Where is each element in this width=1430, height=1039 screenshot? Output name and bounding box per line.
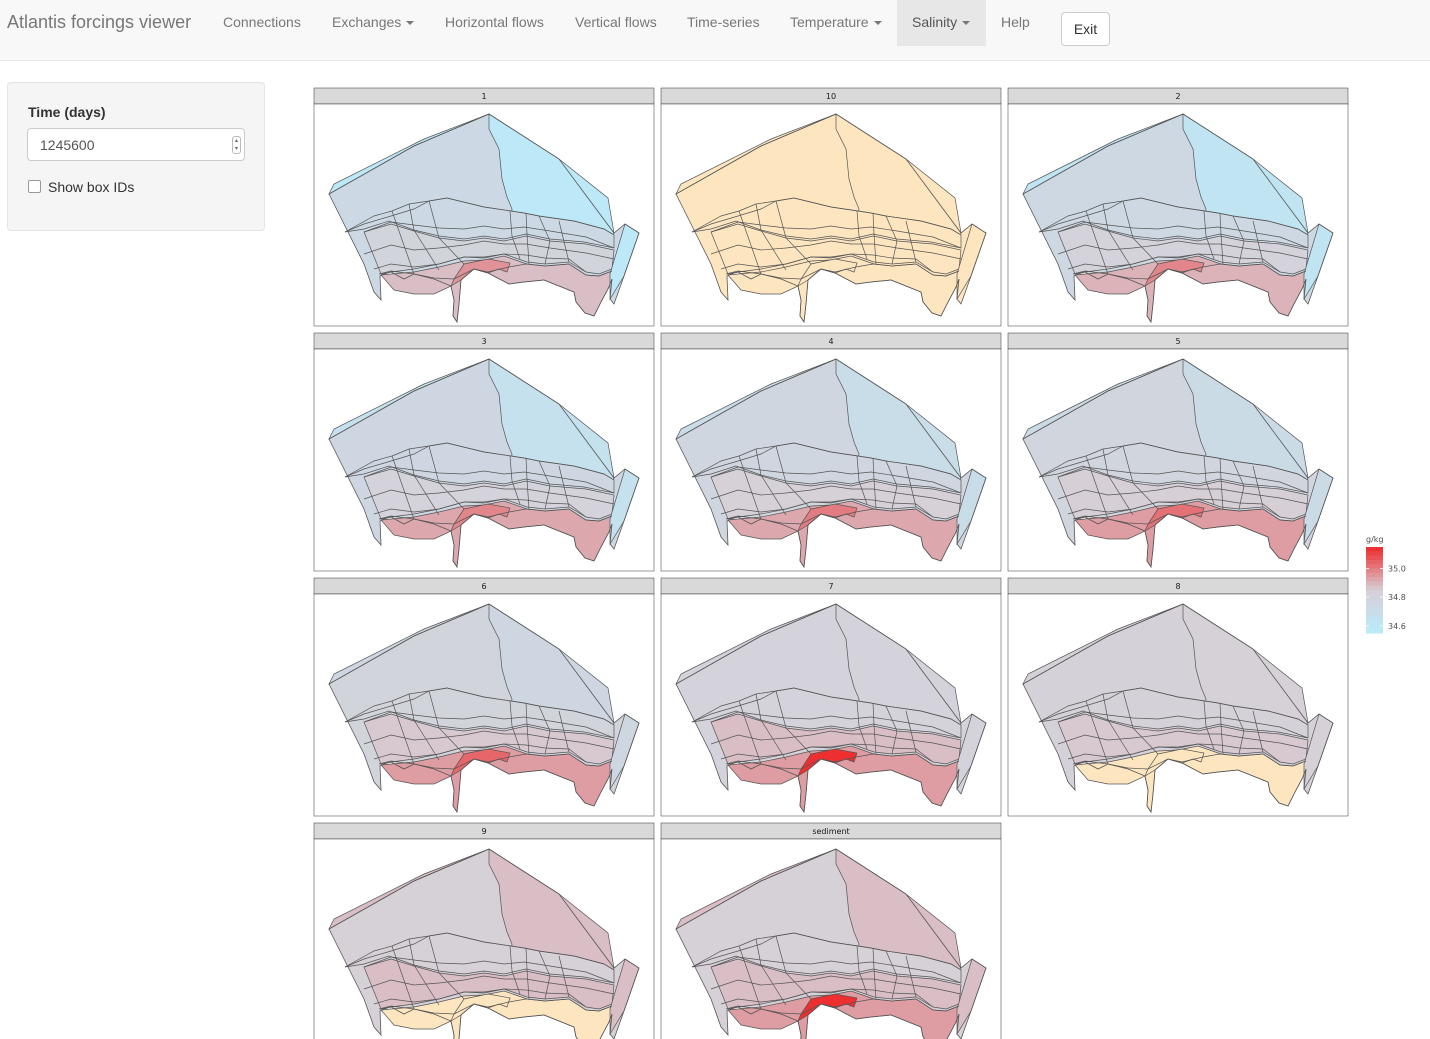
facet-label: sediment — [812, 827, 849, 836]
facet-panel: 5 — [1007, 332, 1349, 572]
nav-label: Horizontal flows — [445, 14, 544, 30]
nav-salinity[interactable]: Salinity — [897, 0, 986, 46]
facet-label: 9 — [481, 827, 486, 836]
legend-colorbar-segment — [1366, 594, 1383, 600]
nav-temperature[interactable]: Temperature — [775, 0, 897, 46]
legend-colorbar-segment — [1366, 615, 1383, 621]
legend-colorbar-segment — [1366, 581, 1383, 587]
facet-panel: 8 — [1007, 577, 1349, 817]
legend-colorbar-segment — [1366, 568, 1383, 574]
facet-label: 10 — [826, 92, 836, 101]
legend-colorbar-segment — [1366, 572, 1383, 578]
sidebar-panel: Time (days) 1245600 ▴ ▾ Show box IDs — [7, 82, 265, 231]
salinity-facet-plot: 1 10 2 3 4 5 6 7 8 9 sediment g/kg 35.0 34.8 34.6 — [313, 87, 1406, 1039]
nav-horizontal-flows[interactable]: Horizontal flows — [430, 0, 559, 46]
legend-colorbar-segment — [1366, 620, 1383, 625]
facet-label: 7 — [828, 582, 833, 591]
nav-label: Connections — [223, 14, 301, 30]
navbar: Atlantis forcings viewer Connections Exc… — [0, 0, 1430, 61]
facet-panel: 6 — [313, 577, 655, 817]
legend-colorbar-segment — [1366, 598, 1383, 604]
legend-colorbar-segment — [1366, 577, 1383, 582]
facet-panel: 7 — [660, 577, 1002, 817]
legend-tick-label: 34.8 — [1388, 593, 1406, 602]
nav-label: Exchanges — [332, 14, 402, 30]
show-box-ids-label: Show box IDs — [48, 179, 135, 195]
legend-colorbar-segment — [1366, 611, 1383, 617]
legend-colorbar-segment — [1366, 624, 1383, 630]
nav-connections[interactable]: Connections — [208, 0, 316, 46]
facet-label: 2 — [1175, 92, 1180, 101]
legend-colorbar-segment — [1366, 602, 1383, 608]
nav-help[interactable]: Help — [986, 0, 1045, 46]
nav-vertical-flows[interactable]: Vertical flows — [560, 0, 672, 46]
legend-colorbar-segment — [1366, 559, 1383, 565]
legend-colorbar-segment — [1366, 547, 1383, 552]
facet-label: 3 — [481, 337, 486, 346]
facet-panel: sediment — [660, 822, 1002, 1039]
facet-panel: 2 — [1007, 87, 1349, 327]
nav-label: Temperature — [790, 14, 869, 30]
facet-panel: 1 — [313, 87, 655, 327]
legend-colorbar-segment — [1366, 551, 1383, 557]
chevron-down-icon — [406, 21, 415, 26]
legend-colorbar-segment — [1366, 590, 1383, 595]
legend-tick-label: 35.0 — [1388, 565, 1406, 574]
nav-label: Salinity — [912, 14, 958, 30]
show-box-ids-checkbox[interactable] — [28, 180, 41, 193]
exit-button[interactable]: Exit — [1061, 12, 1110, 46]
nav-exchanges[interactable]: Exchanges — [317, 0, 429, 46]
spinner-icon[interactable]: ▴ ▾ — [232, 136, 241, 154]
chevron-down-icon — [873, 21, 882, 26]
nav-time-series[interactable]: Time-series — [672, 0, 775, 46]
facet-panel: 10 — [660, 87, 1002, 327]
legend-tick-label: 34.6 — [1388, 622, 1406, 631]
facet-label: 6 — [481, 582, 486, 591]
facet-label: 4 — [828, 337, 833, 346]
time-input[interactable]: 1245600 ▴ ▾ — [27, 128, 245, 161]
nav-label: Time-series — [687, 14, 760, 30]
legend-title: g/kg — [1366, 535, 1383, 544]
facet-label: 5 — [1175, 337, 1180, 346]
facet-label: 8 — [1175, 582, 1180, 591]
nav-label: Help — [1001, 14, 1030, 30]
show-box-ids-row[interactable]: Show box IDs — [28, 179, 134, 195]
legend-colorbar-segment — [1366, 585, 1383, 591]
legend-colorbar-segment — [1366, 628, 1383, 634]
legend-colorbar-segment — [1366, 555, 1383, 561]
navbar-brand[interactable]: Atlantis forcings viewer — [7, 12, 191, 33]
facet-panel: 4 — [660, 332, 1002, 572]
facet-panel: 3 — [313, 332, 655, 572]
time-input-value: 1245600 — [40, 137, 95, 153]
facet-label: 1 — [481, 92, 486, 101]
legend-colorbar-segment — [1366, 607, 1383, 612]
chevron-down-icon — [962, 21, 971, 26]
nav-label: Vertical flows — [575, 14, 657, 30]
facet-panel: 9 — [313, 822, 655, 1039]
time-label: Time (days) — [28, 104, 106, 120]
